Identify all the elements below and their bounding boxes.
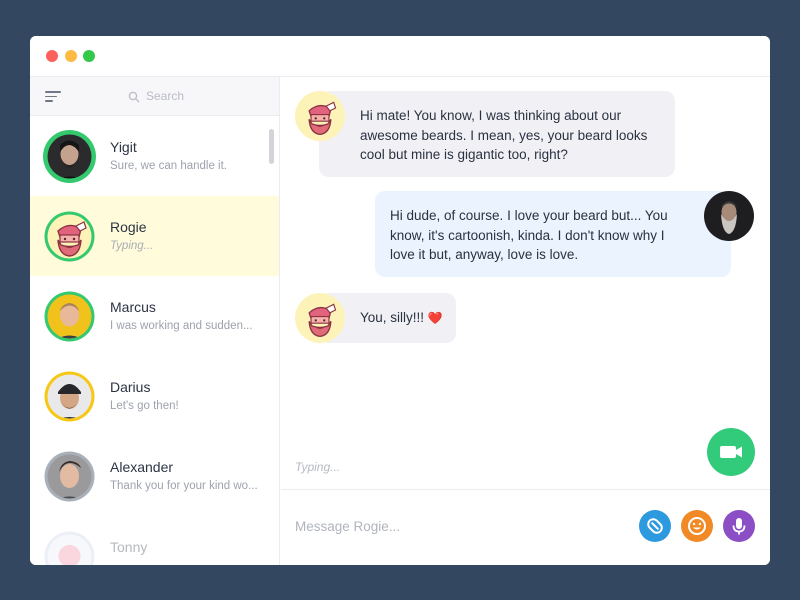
minimize-window-button[interactable] [65, 50, 77, 62]
contact-item-rogie[interactable]: Rogie Typing... [30, 196, 279, 276]
message-text: You, silly!!! [360, 310, 425, 325]
contact-name: Darius [110, 379, 151, 395]
maximize-window-button[interactable] [83, 50, 95, 62]
chat-window: Search Yigit Sure, we can handle it. Rog… [30, 36, 770, 565]
contact-item-darius[interactable]: Darius Let's go then! [30, 356, 279, 436]
contact-item-tonny[interactable]: Tonny [30, 516, 279, 565]
message-line: Hi mate! You know, I was thinking about … [360, 108, 622, 123]
contact-name: Rogie [110, 219, 147, 235]
contact-preview: Typing... [110, 240, 154, 252]
video-camera-icon [720, 446, 742, 458]
message-input[interactable] [295, 514, 625, 538]
contact-preview: Sure, we can handle it. [110, 160, 227, 172]
paperclip-icon [647, 518, 663, 534]
typing-indicator: Typing... [295, 460, 341, 474]
message-line: love it but, anyway, love is love. [390, 247, 579, 262]
contact-name: Alexander [110, 459, 174, 475]
message-line: cool but mine is gigantic too, right? [360, 147, 568, 162]
avatar [43, 130, 96, 183]
sidebar-header: Search [30, 77, 279, 116]
avatar [704, 191, 754, 241]
avatar [43, 530, 96, 565]
microphone-icon [732, 518, 746, 535]
avatar [295, 91, 345, 141]
contacts-sidebar: Search Yigit Sure, we can handle it. Rog… [30, 77, 280, 565]
contact-name: Yigit [110, 139, 137, 155]
avatar [43, 290, 96, 343]
smiley-icon [688, 517, 706, 535]
message-line: awesome beards. I mean, yes, your beard … [360, 127, 648, 143]
message-composer [281, 489, 770, 565]
contact-name: Marcus [110, 299, 156, 315]
attach-button[interactable] [639, 510, 671, 542]
avatar [43, 450, 96, 503]
contact-preview: I was working and sudden... [110, 320, 253, 332]
voice-button[interactable] [723, 510, 755, 542]
search-input[interactable]: Search [146, 89, 184, 103]
emoji-button[interactable] [681, 510, 713, 542]
message-line: know, it's cartoonish, kinda. I don't kn… [390, 227, 665, 243]
contact-preview: Thank you for your kind wo... [110, 480, 258, 492]
contact-preview: Let's go then! [110, 400, 179, 412]
contact-item-yigit[interactable]: Yigit Sure, we can handle it. [30, 116, 279, 196]
contact-item-alexander[interactable]: Alexander Thank you for your kind wo... [30, 436, 279, 516]
message-bubble-outgoing: Hi dude, of course. I love your beard bu… [375, 191, 731, 277]
chat-panel: Hi mate! You know, I was thinking about … [281, 77, 770, 565]
sidebar-scrollbar[interactable] [269, 129, 274, 164]
close-window-button[interactable] [46, 50, 58, 62]
video-call-button[interactable] [707, 428, 755, 476]
contact-item-marcus[interactable]: Marcus I was working and sudden... [30, 276, 279, 356]
search-icon[interactable] [128, 90, 140, 103]
title-bar [30, 36, 770, 77]
avatar [43, 210, 96, 263]
contact-name: Tonny [110, 539, 148, 555]
menu-icon[interactable] [45, 90, 61, 102]
message-bubble-incoming: Hi mate! You know, I was thinking about … [319, 91, 675, 177]
message-line: Hi dude, of course. I love your beard bu… [390, 208, 668, 223]
heart-icon: ❤️ [427, 311, 443, 325]
avatar [295, 293, 345, 343]
avatar [43, 370, 96, 423]
